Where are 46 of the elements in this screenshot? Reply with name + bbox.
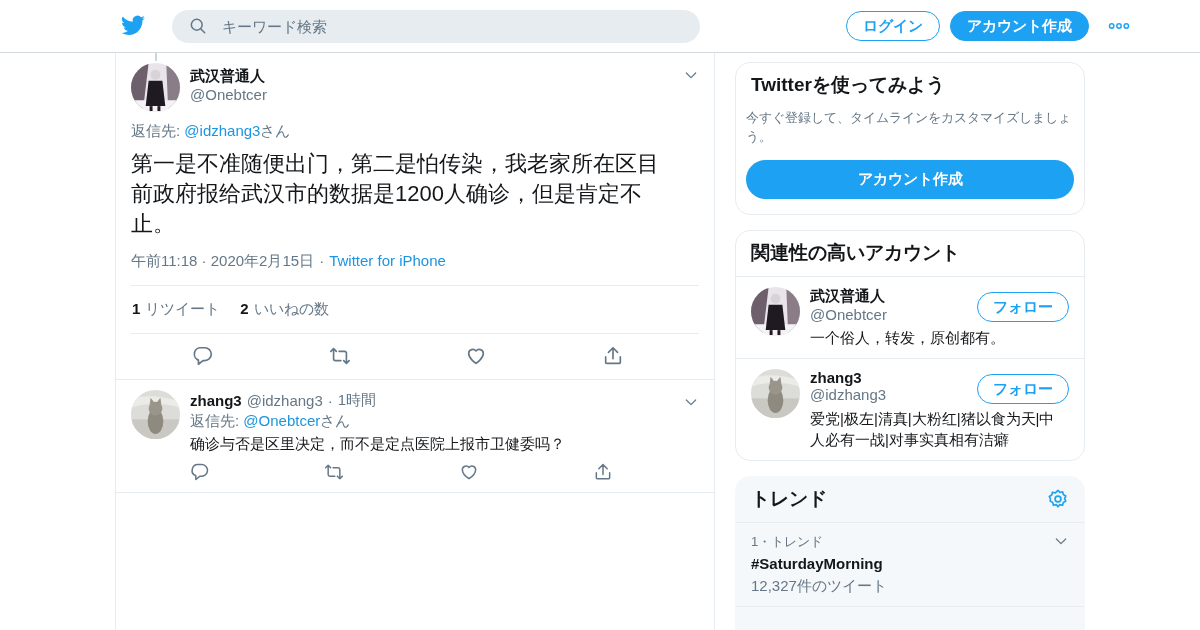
source-link[interactable]: Twitter for iPhone [329,252,446,271]
separator-dot: · [319,252,325,271]
user-handle[interactable]: @idzhang3 [246,391,323,409]
speech-bubble-icon[interactable] [190,462,210,482]
login-button[interactable]: ログイン [846,11,940,41]
card-title: トレンド [750,487,828,511]
follow-button[interactable]: フォロー [977,374,1069,404]
user-bio: 一个俗人，转发，原创都有。 [810,328,1006,348]
user-name[interactable]: 武汉普通人 [190,67,267,86]
card-description: 今すぐ登録して、タイムラインをカスタマイズしましょう。 [746,109,1072,146]
gear-icon[interactable] [1047,488,1069,510]
timestamp[interactable]: 1時間 [337,390,377,410]
user-name[interactable]: zhang3 [810,369,887,386]
share-icon[interactable] [593,462,613,482]
user-handle[interactable]: @Onebtcer [190,86,267,103]
user-bio: 爱党|极左|清真|大粉红|猪以食为天|中人必有一战|对事实真相有洁癖 [810,409,1056,450]
stat-label[interactable]: リツイート [145,300,221,319]
stat-label[interactable]: いいねの数 [253,300,329,319]
reply-to-text: 返信先: @Onebtcerさん [190,412,352,431]
trend-rank: 1・トレンド [751,533,825,551]
tweet-text: 第一是不准随便出门，第二是怕传染，我老家所在区目前政府报给武汉市的数据是1200人确诊，但是肯定不止。 [131,150,660,238]
tweet-count: 12,327件のツイート [751,577,887,596]
user-name[interactable]: zhang3 [190,391,242,409]
user-handle[interactable]: @Onebtcer [810,306,887,323]
separator-dot: · [327,391,333,409]
retweet-icon[interactable] [324,462,345,482]
mention-link[interactable]: @Onebtcer [243,412,321,429]
stat-count[interactable]: 2 [240,300,249,319]
retweet-icon[interactable] [328,345,351,367]
reply-text: 确诊与否是区里决定，而不是定点医院上报市卫健委吗？ [190,434,566,454]
trend-item[interactable]: 1・トレンド #SaturdayMorning 12,327件のツイート [736,523,1084,607]
trend-name: #SaturdayMorning [751,555,884,572]
more-dots-icon[interactable] [1108,22,1130,30]
stat-count[interactable]: 1 [132,300,141,319]
follow-button[interactable]: フォロー [977,292,1069,322]
signup-button[interactable]: アカウント作成 [950,11,1089,41]
card-title: Twitterを使ってみよう [750,73,946,97]
reply-to-text: 返信先: @idzhang3さん [131,122,292,141]
timestamp[interactable]: 午前11:18 · 2020年2月15日 [131,252,315,271]
speech-bubble-icon[interactable] [192,345,214,367]
card-title: 関連性の高いアカウント [736,231,1084,277]
search-field[interactable]: キーワード検索 [172,9,700,43]
user-name[interactable]: 武汉普通人 [810,287,887,306]
user-handle[interactable]: @idzhang3 [810,386,887,403]
signup-button[interactable]: アカウント作成 [746,160,1074,199]
mention-link[interactable]: @idzhang3 [184,122,261,139]
